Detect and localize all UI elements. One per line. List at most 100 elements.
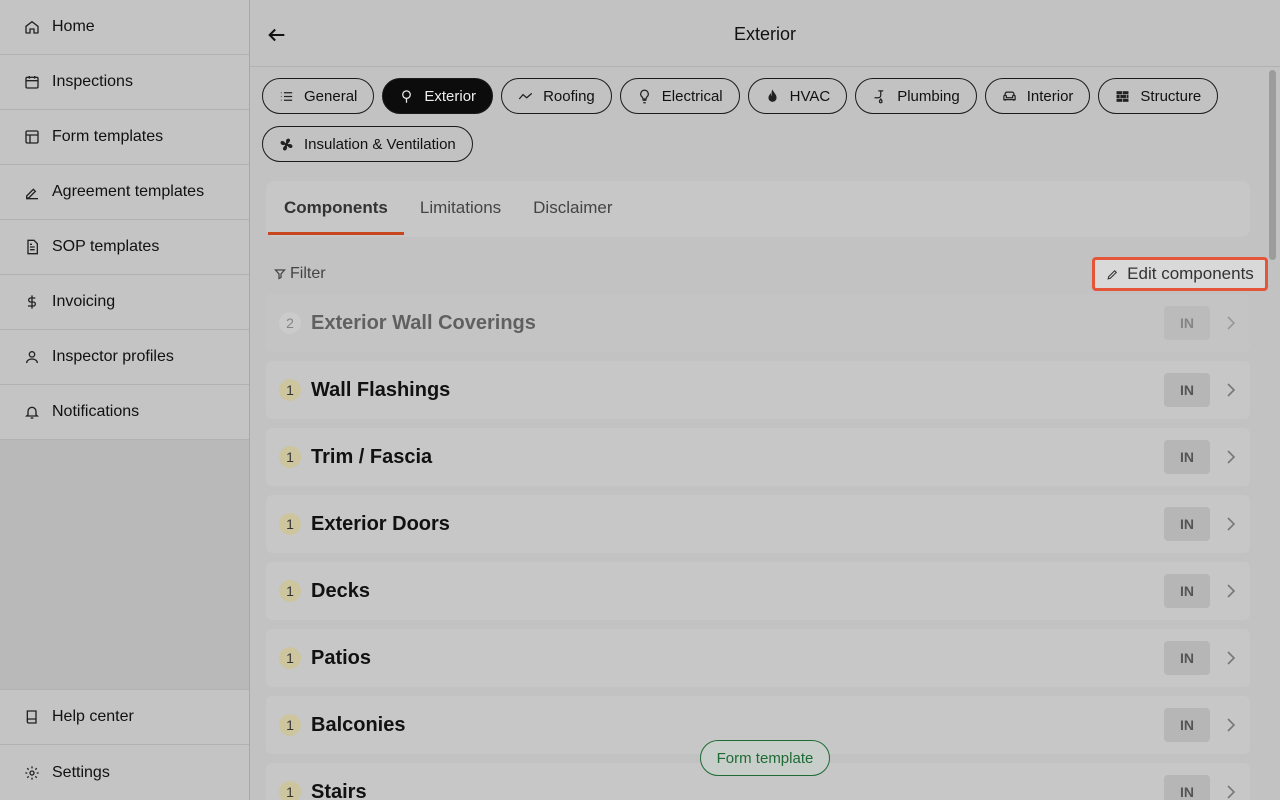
tab-limitations[interactable]: Limitations bbox=[404, 181, 517, 235]
item-count-badge: 1 bbox=[279, 714, 301, 736]
list-item[interactable]: 1 Decks IN bbox=[266, 562, 1250, 620]
status-badge: IN bbox=[1164, 373, 1210, 407]
tree-icon bbox=[402, 89, 412, 103]
sidebar-item-help-center[interactable]: Help center bbox=[0, 690, 249, 745]
chip-label: Plumbing bbox=[897, 87, 960, 105]
sidebar-item-invoicing[interactable]: Invoicing bbox=[0, 275, 249, 330]
status-badge: IN bbox=[1164, 641, 1210, 675]
item-title: Patios bbox=[311, 646, 372, 669]
pencil-icon bbox=[1107, 269, 1118, 280]
sidebar-item-sop-templates[interactable]: SOP templates bbox=[0, 220, 249, 275]
sidebar-item-notifications[interactable]: Notifications bbox=[0, 385, 249, 440]
item-title: Decks bbox=[311, 579, 370, 602]
sidebar-item-label: Agreement templates bbox=[52, 183, 205, 200]
roof-icon bbox=[518, 92, 533, 99]
item-title: Stairs bbox=[311, 780, 367, 800]
section-tabs: Components Limitations Disclaimer bbox=[266, 181, 1250, 237]
item-count-badge: 1 bbox=[279, 446, 301, 468]
gear-icon bbox=[25, 765, 39, 780]
sidebar-item-label: Inspector profiles bbox=[52, 348, 174, 365]
status-badge: IN bbox=[1164, 775, 1210, 800]
dollar-icon bbox=[28, 295, 36, 309]
sidebar-item-label: Notifications bbox=[52, 403, 140, 420]
sidebar-item-label: SOP templates bbox=[52, 238, 160, 255]
chip-label: Electrical bbox=[661, 87, 723, 105]
item-title: Wall Flashings bbox=[311, 378, 451, 401]
status-badge: IN bbox=[1164, 440, 1210, 474]
fan-icon bbox=[280, 138, 293, 150]
chip-label: General bbox=[304, 87, 358, 105]
tab-disclaimer[interactable]: Disclaimer bbox=[517, 181, 628, 235]
sidebar-nav: Home Inspections Form templates Agreemen… bbox=[0, 0, 249, 440]
form-template-button[interactable]: Form template bbox=[700, 740, 830, 776]
faucet-icon bbox=[874, 89, 884, 103]
filter-icon bbox=[274, 269, 286, 280]
item-count-badge: 2 bbox=[279, 312, 301, 334]
lightbulb-icon bbox=[639, 89, 649, 103]
signature-icon bbox=[26, 188, 38, 200]
category-chip-insulation-ventilation[interactable]: Insulation & Ventilation bbox=[262, 126, 473, 162]
category-chip-hvac[interactable]: HVAC bbox=[747, 78, 848, 114]
category-chip-interior[interactable]: Interior bbox=[984, 78, 1091, 114]
sidebar-item-label: Form templates bbox=[52, 128, 164, 145]
list-item[interactable]: 1 Trim / Fascia IN bbox=[266, 428, 1250, 486]
sidebar-item-label: Invoicing bbox=[52, 293, 116, 310]
sidebar-item-label: Inspections bbox=[52, 73, 133, 90]
item-title: Trim / Fascia bbox=[311, 445, 433, 468]
item-title: Exterior Doors bbox=[311, 512, 450, 535]
chevron-right-icon bbox=[1227, 517, 1236, 531]
chevron-right-icon bbox=[1227, 584, 1236, 598]
chevron-right-icon bbox=[1227, 785, 1236, 799]
filter-label: Filter bbox=[290, 265, 326, 282]
sidebar-item-home[interactable]: Home bbox=[0, 0, 249, 55]
calendar-icon bbox=[25, 76, 39, 89]
scrollbar-thumb[interactable] bbox=[1269, 70, 1276, 260]
flame-icon bbox=[768, 88, 777, 102]
bell-icon bbox=[25, 406, 39, 419]
sidebar-item-form-templates[interactable]: Form templates bbox=[0, 110, 249, 165]
category-chip-electrical[interactable]: Electrical bbox=[619, 78, 740, 114]
chevron-right-icon bbox=[1227, 651, 1236, 665]
list-item[interactable]: 2 Exterior Wall Coverings IN bbox=[266, 294, 1250, 352]
main-content: Exterior General Exterior Roofing Electr… bbox=[250, 0, 1280, 800]
sidebar-item-label: Settings bbox=[52, 763, 110, 781]
item-title: Balconies bbox=[311, 713, 406, 736]
user-icon bbox=[26, 351, 38, 364]
list-item[interactable]: 1 Wall Flashings IN bbox=[266, 361, 1250, 419]
chip-label: Interior bbox=[1026, 87, 1074, 105]
list-item[interactable]: 1 Exterior Doors IN bbox=[266, 495, 1250, 553]
chip-label: Insulation & Ventilation bbox=[304, 135, 456, 153]
status-badge: IN bbox=[1164, 708, 1210, 742]
filter-button[interactable]: Filter bbox=[274, 265, 326, 283]
edit-components-button[interactable]: Edit components bbox=[1092, 257, 1268, 291]
document-icon bbox=[27, 239, 38, 255]
sidebar-bottom-nav: Help center Settings bbox=[0, 689, 249, 800]
sidebar-item-label: Home bbox=[52, 18, 95, 35]
edit-components-label: Edit components bbox=[1127, 264, 1254, 283]
category-chip-general[interactable]: General bbox=[262, 78, 375, 114]
item-count-badge: 1 bbox=[279, 580, 301, 602]
item-count-badge: 1 bbox=[279, 379, 301, 401]
chip-label: Structure bbox=[1140, 87, 1202, 105]
sidebar-item-agreement-templates[interactable]: Agreement templates bbox=[0, 165, 249, 220]
chevron-right-icon bbox=[1227, 383, 1236, 397]
item-count-badge: 1 bbox=[279, 647, 301, 669]
page-title: Exterior bbox=[733, 24, 796, 44]
sidebar-item-inspections[interactable]: Inspections bbox=[0, 55, 249, 110]
list-item[interactable]: 1 Patios IN bbox=[266, 629, 1250, 687]
chip-label: Roofing bbox=[543, 87, 595, 105]
status-badge: IN bbox=[1164, 507, 1210, 541]
status-badge: IN bbox=[1164, 574, 1210, 608]
chevron-right-icon bbox=[1227, 450, 1236, 464]
top-bar: Exterior bbox=[250, 0, 1280, 67]
sidebar-item-settings[interactable]: Settings bbox=[0, 745, 249, 800]
sidebar-item-label: Help center bbox=[52, 708, 134, 725]
category-chip-structure[interactable]: Structure bbox=[1098, 78, 1219, 114]
chevron-right-icon bbox=[1227, 718, 1236, 732]
tab-components[interactable]: Components bbox=[268, 181, 404, 235]
category-chip-exterior[interactable]: Exterior bbox=[382, 78, 494, 114]
category-chip-roofing[interactable]: Roofing bbox=[501, 78, 612, 114]
category-chip-plumbing[interactable]: Plumbing bbox=[855, 78, 977, 114]
sidebar-item-inspector-profiles[interactable]: Inspector profiles bbox=[0, 330, 249, 385]
item-title: Exterior Wall Coverings bbox=[311, 311, 536, 334]
